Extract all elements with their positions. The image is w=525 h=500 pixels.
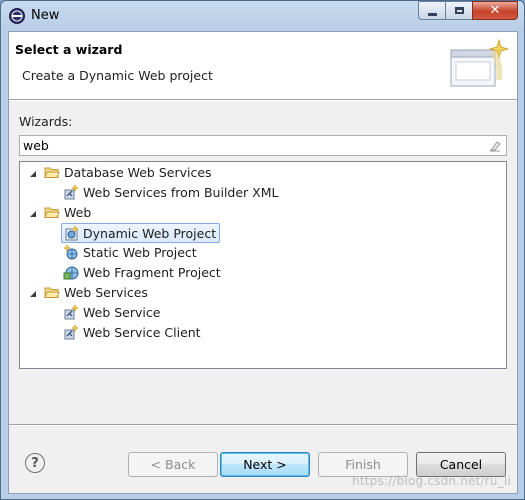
tree-node-dynamic-web-project[interactable]: Dynamic Web Project — [61, 223, 221, 243]
tree-node-label: Web Services from Builder XML — [83, 184, 279, 200]
eclipse-icon — [9, 8, 25, 24]
title-bar[interactable]: New ✕ — [1, 1, 524, 31]
static-web-project-icon — [63, 244, 78, 260]
web-service-wizard-icon — [64, 304, 79, 320]
tree-node-label: Dynamic Web Project — [83, 225, 217, 241]
web-fragment-project-icon — [63, 266, 79, 280]
minimize-button[interactable] — [418, 1, 445, 20]
watermark: https://blog.csdn.net/ru_li — [352, 474, 511, 488]
back-button[interactable]: < Back — [128, 452, 218, 477]
tree-node-database-web-services[interactable]: Database Web Services — [44, 162, 212, 182]
dialog-content: Select a wizard Create a Dynamic Web pro… — [8, 31, 518, 494]
minimize-icon — [427, 12, 437, 16]
tree-node-label: Web Service Client — [83, 324, 201, 340]
next-button[interactable]: Next > — [220, 452, 310, 477]
tree-node-web[interactable]: Web — [44, 202, 91, 222]
filter-value: web — [23, 138, 49, 153]
new-wizard-banner-icon — [450, 38, 510, 87]
wizard-filter-input[interactable]: web — [19, 135, 507, 156]
tree-node-label: Web — [64, 204, 92, 220]
tree-node-web-service[interactable]: Web Service — [63, 302, 160, 322]
folder-open-icon — [44, 167, 60, 178]
tree-node-label: Database Web Services — [64, 164, 212, 180]
wizard-header: Select a wizard Create a Dynamic Web pro… — [9, 32, 517, 100]
close-icon: ✕ — [489, 3, 501, 18]
tree-node-label: Web Service — [83, 304, 161, 320]
header-description: Create a Dynamic Web project — [22, 68, 213, 83]
web-service-wizard-icon — [64, 324, 79, 340]
collapse-toggle-icon[interactable] — [30, 171, 36, 177]
tree-node-label: Static Web Project — [83, 244, 197, 260]
tree-node-label: Web Services — [64, 284, 148, 300]
tree-node-static-web-project[interactable]: Static Web Project — [63, 242, 197, 262]
tree-node-web-service-client[interactable]: Web Service Client — [63, 322, 201, 342]
wizards-label: Wizards: — [19, 114, 73, 129]
collapse-toggle-icon[interactable] — [30, 211, 36, 217]
web-service-wizard-icon — [64, 184, 79, 200]
folder-open-icon — [44, 287, 60, 298]
folder-open-icon — [44, 207, 60, 218]
collapse-toggle-icon[interactable] — [30, 291, 36, 297]
close-button[interactable]: ✕ — [472, 1, 518, 20]
tree-node-web-services-from-builder-xml[interactable]: Web Services from Builder XML — [63, 182, 278, 202]
new-wizard-window: New ✕ Select a wizard Create a Dynamic W… — [0, 0, 525, 500]
header-divider — [9, 100, 517, 101]
maximize-icon — [454, 7, 464, 14]
clear-filter-icon[interactable] — [488, 139, 502, 153]
tree-node-web-services[interactable]: Web Services — [44, 282, 148, 302]
header-title: Select a wizard — [15, 42, 123, 57]
window-title: New — [31, 8, 60, 23]
window-controls: ✕ — [418, 1, 518, 21]
maximize-button[interactable] — [445, 1, 472, 20]
dynamic-web-project-icon — [65, 225, 79, 241]
footer-divider — [9, 424, 517, 426]
tree-node-label: Web Fragment Project — [83, 264, 221, 280]
help-icon[interactable]: ? — [25, 453, 45, 473]
wizard-tree[interactable]: Database Web Services Web Services from … — [19, 161, 507, 369]
tree-node-web-fragment-project[interactable]: Web Fragment Project — [63, 262, 221, 282]
